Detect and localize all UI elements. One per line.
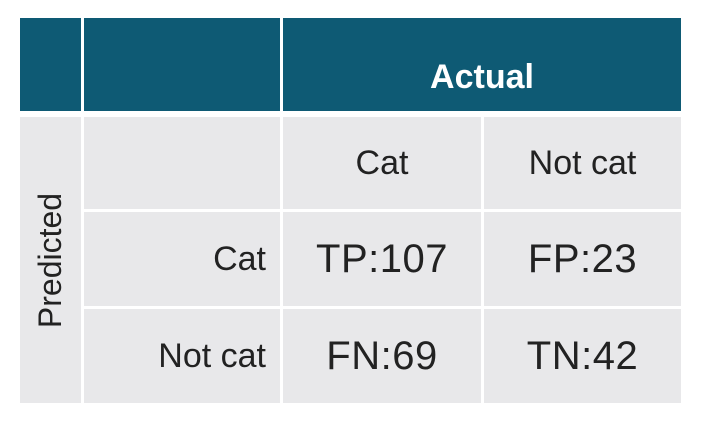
col-header-not-cat: Not cat	[484, 117, 681, 209]
actual-header: Actual	[283, 18, 681, 111]
predicted-label: Predicted	[32, 192, 68, 328]
blank-cell	[84, 117, 280, 209]
row-header-not-cat: Not cat	[84, 309, 280, 403]
header-blank-cell	[84, 18, 280, 111]
col-header-cat: Cat	[283, 117, 481, 209]
header-corner-cell	[20, 18, 81, 111]
true-positive-cell: TP:107	[283, 212, 481, 306]
true-negative-cell: TN:42	[484, 309, 681, 403]
false-positive-cell: FP:23	[484, 212, 681, 306]
row-header-cat: Cat	[84, 212, 280, 306]
false-negative-cell: FN:69	[283, 309, 481, 403]
predicted-axis-cell: Predicted	[20, 117, 81, 403]
